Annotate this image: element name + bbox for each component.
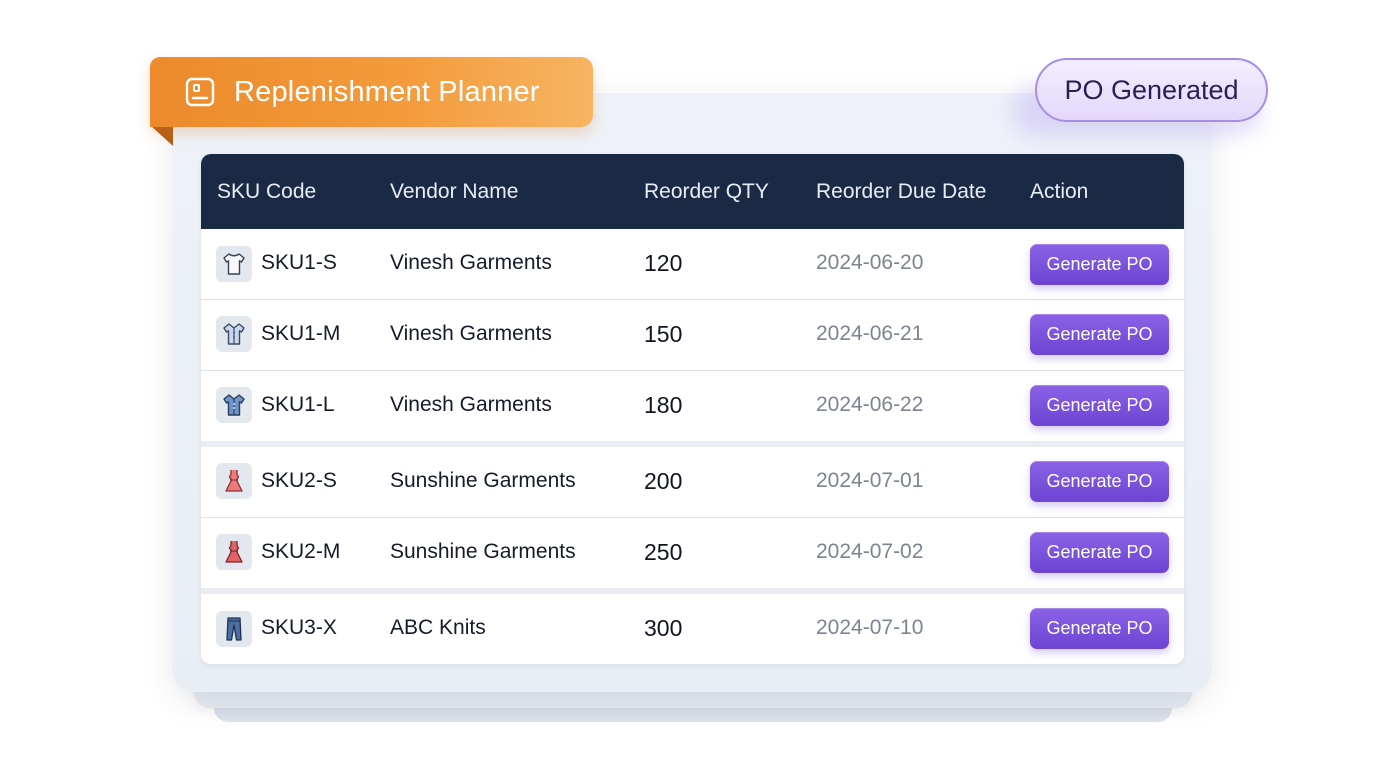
- reorder-qty: 180: [644, 392, 683, 418]
- table-row: SKU3-X ABC Knits 300 2024-07-10 Generate…: [201, 594, 1184, 664]
- reorder-qty: 120: [644, 250, 683, 276]
- vendor-name: Vinesh Garments: [390, 322, 552, 345]
- sku-code: SKU1-M: [261, 322, 341, 345]
- reorder-due-date: 2024-07-02: [816, 540, 924, 563]
- vendor-name: Sunshine Garments: [390, 469, 576, 492]
- reorder-qty: 150: [644, 321, 683, 347]
- vendor-name: Sunshine Garments: [390, 540, 576, 563]
- table-row: SKU1-M Vinesh Garments 150 2024-06-21 Ge…: [201, 300, 1184, 370]
- sku-code: SKU3-X: [261, 616, 337, 639]
- page-title: Replenishment Planner: [234, 76, 540, 108]
- sku-code: SKU1-S: [261, 251, 337, 274]
- po-generated-badge: PO Generated: [1035, 58, 1268, 122]
- table-row: SKU2-M Sunshine Garments 250 2024-07-02 …: [201, 518, 1184, 588]
- vendor-name: Vinesh Garments: [390, 393, 552, 416]
- tshirt-icon: [216, 246, 252, 282]
- generate-po-button[interactable]: Generate PO: [1030, 314, 1169, 355]
- column-header-sku-code: SKU Code: [217, 180, 317, 203]
- title-tab: Replenishment Planner: [150, 57, 593, 127]
- sku-code: SKU1-L: [261, 393, 335, 416]
- shirt-icon: [216, 387, 252, 423]
- vendor-name: ABC Knits: [390, 616, 486, 639]
- dress-icon: [216, 463, 252, 499]
- column-header-reorder-qty: Reorder QTY: [644, 180, 769, 203]
- reorder-due-date: 2024-07-01: [816, 469, 924, 492]
- vendor-name: Vinesh Garments: [390, 251, 552, 274]
- table-header: SKU Code Vendor Name Reorder QTY Reorder…: [201, 154, 1184, 229]
- inventory-box-icon: [185, 77, 215, 107]
- table-row: SKU1-L Vinesh Garments 180 2024-06-22 Ge…: [201, 371, 1184, 441]
- table-row: SKU2-S Sunshine Garments 200 2024-07-01 …: [201, 447, 1184, 517]
- generate-po-button[interactable]: Generate PO: [1030, 244, 1169, 285]
- column-header-reorder-due-date: Reorder Due Date: [816, 180, 987, 203]
- reorder-qty: 200: [644, 468, 683, 494]
- reorder-qty: 250: [644, 539, 683, 565]
- reorder-due-date: 2024-06-20: [816, 251, 924, 274]
- replenishment-table: SKU Code Vendor Name Reorder QTY Reorder…: [201, 154, 1184, 664]
- shirt-icon: [216, 316, 252, 352]
- sku-code: SKU2-S: [261, 469, 337, 492]
- generate-po-button[interactable]: Generate PO: [1030, 461, 1169, 502]
- title-tab-fold: [151, 126, 173, 146]
- reorder-qty: 300: [644, 615, 683, 641]
- column-header-vendor-name: Vendor Name: [390, 180, 519, 203]
- generate-po-button[interactable]: Generate PO: [1030, 532, 1169, 573]
- sku-code: SKU2-M: [261, 540, 341, 563]
- column-header-action: Action: [1030, 180, 1089, 203]
- table-row: SKU1-S Vinesh Garments 120 2024-06-20 Ge…: [201, 229, 1184, 299]
- reorder-due-date: 2024-07-10: [816, 616, 924, 639]
- jeans-icon: [216, 611, 252, 647]
- generate-po-button[interactable]: Generate PO: [1030, 608, 1169, 649]
- replenishment-planner-widget: Replenishment Planner PO Generated SKU C…: [0, 0, 1376, 768]
- reorder-due-date: 2024-06-22: [816, 393, 924, 416]
- reorder-due-date: 2024-06-21: [816, 322, 924, 345]
- dress-icon: [216, 534, 252, 570]
- generate-po-button[interactable]: Generate PO: [1030, 385, 1169, 426]
